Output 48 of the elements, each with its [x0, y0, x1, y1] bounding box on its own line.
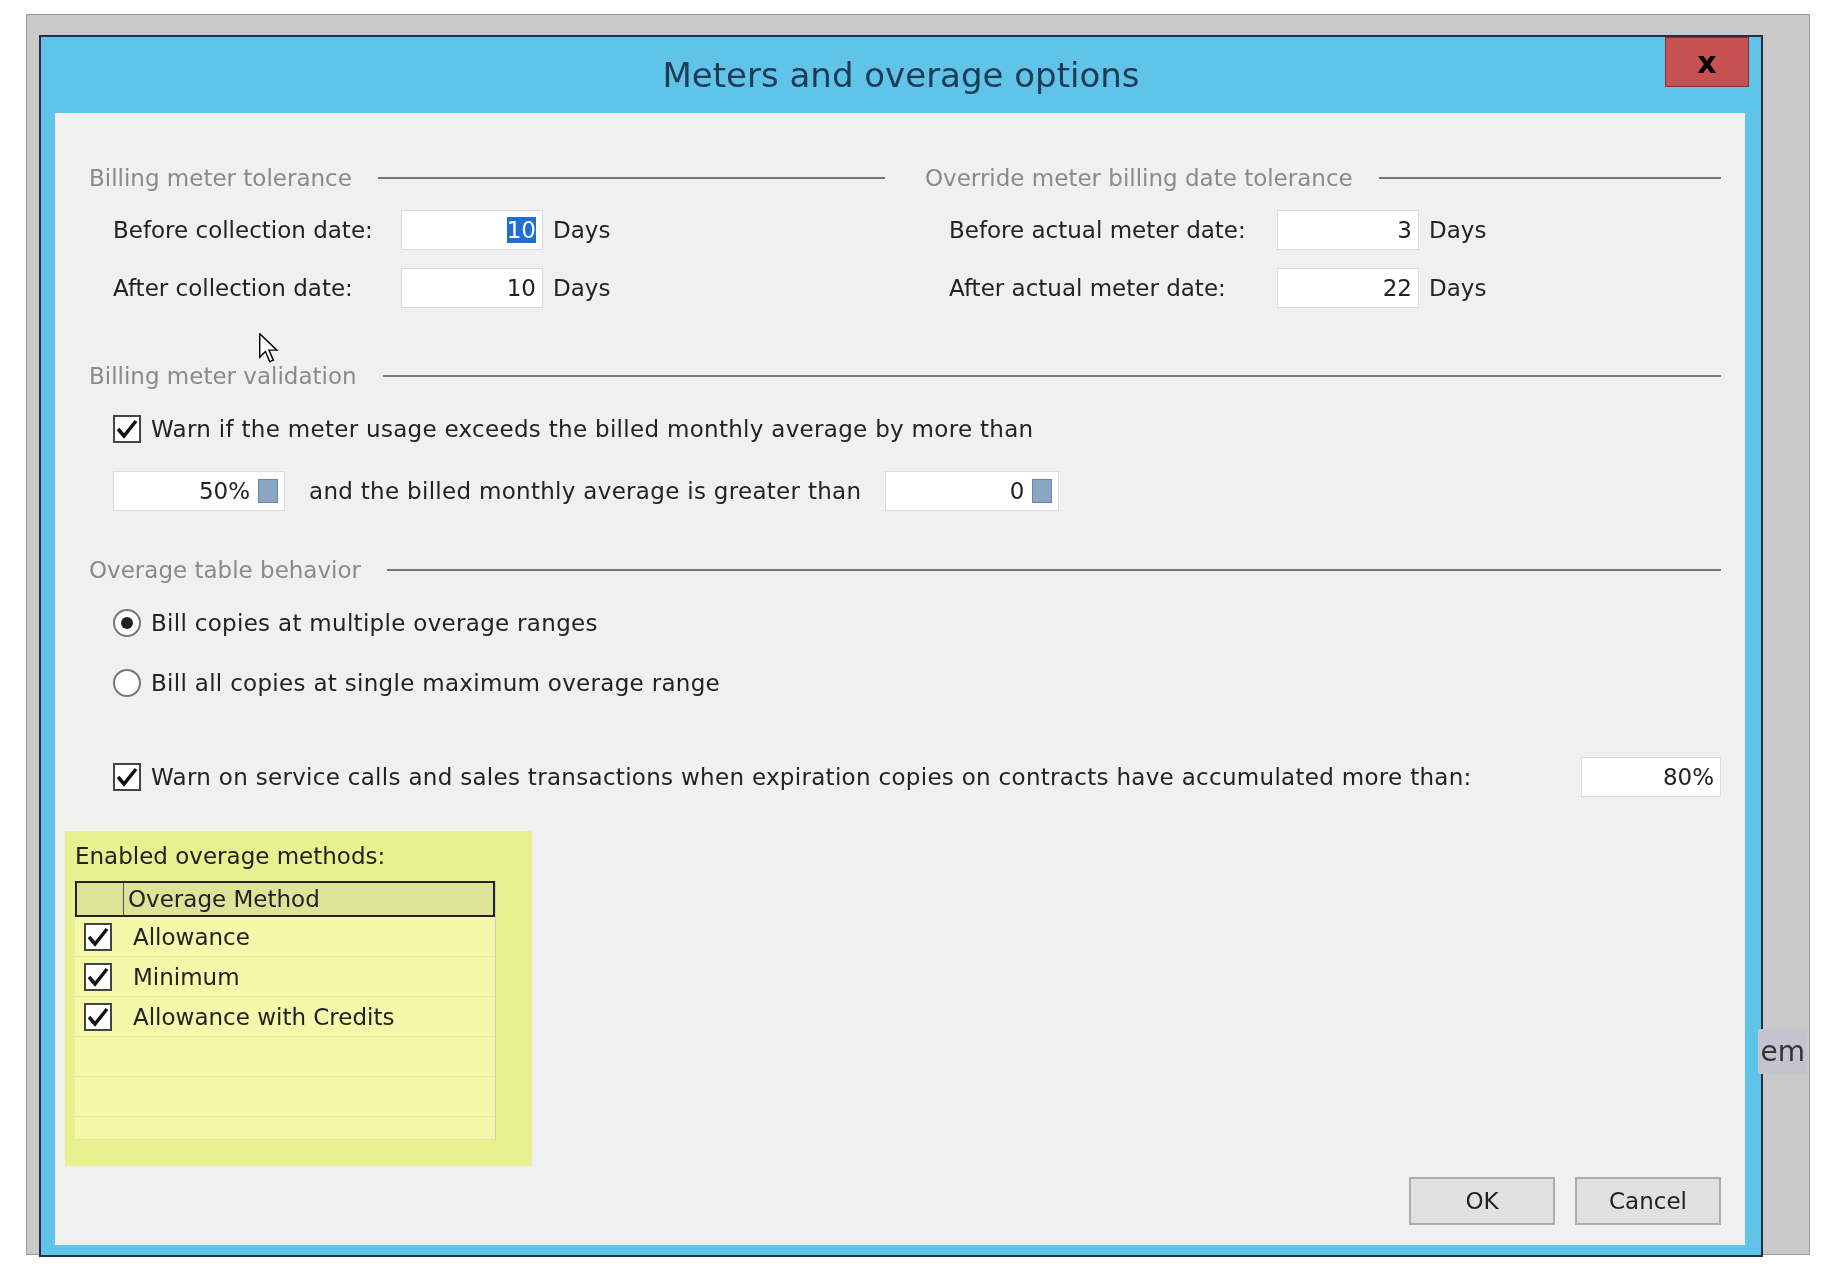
days-input[interactable]: 22: [1277, 268, 1419, 308]
table-cell-text: Allowance: [132, 923, 250, 950]
background-text: em: [1758, 1029, 1807, 1074]
spin-icon[interactable]: [1032, 479, 1053, 503]
checkbox[interactable]: [113, 415, 141, 443]
radio-label: Bill all copies at single maximum overage range: [151, 670, 721, 696]
days-input[interactable]: 10: [401, 268, 543, 308]
field-label: After collection date:: [113, 275, 354, 301]
radio-button[interactable]: [113, 609, 141, 637]
close-button[interactable]: x: [1665, 37, 1749, 87]
percent-input[interactable]: 80%: [1581, 757, 1721, 797]
checkmark-icon: [116, 419, 138, 439]
column-header: Overage Method: [127, 885, 320, 914]
radio-button[interactable]: [113, 669, 141, 697]
checkmark-icon: [87, 1006, 109, 1027]
row-checkbox[interactable]: [84, 922, 112, 951]
table-cell-text: Minimum: [132, 963, 240, 990]
group-title: Billing meter tolerance: [89, 165, 352, 191]
unit-label: Days: [553, 275, 611, 301]
group-title: Override meter billing date tolerance: [925, 165, 1353, 191]
checkmark-icon: [87, 966, 109, 987]
checkmark-icon: [87, 926, 109, 947]
group-title: Overage table behavior: [89, 557, 361, 583]
window-title: Meters and overage options: [662, 55, 1140, 95]
percent-spin-field[interactable]: 50%: [113, 471, 285, 511]
field-label: Before collection date:: [113, 217, 374, 243]
dialog-button[interactable]: OK: [1409, 1177, 1555, 1225]
unit-label: Days: [553, 217, 611, 243]
days-input[interactable]: 10: [401, 210, 543, 250]
checkbox-label: Warn on service calls and sales transactions when expiration copies on contracts have accumulated more than:: [151, 764, 1472, 790]
list-label: Enabled overage methods:: [75, 843, 387, 869]
field-label: After actual meter date:: [949, 275, 1227, 301]
dialog-button[interactable]: Cancel: [1575, 1177, 1721, 1225]
table-cell-text: Allowance with Credits: [132, 1003, 395, 1030]
checkmark-icon: [116, 767, 138, 787]
row-checkbox[interactable]: [84, 962, 112, 991]
days-input[interactable]: 3: [1277, 210, 1419, 250]
unit-label: Days: [1429, 275, 1487, 301]
checkbox[interactable]: [113, 763, 141, 791]
field-label: and the billed monthly average is greater than: [309, 478, 862, 504]
mouse-pointer-icon: [259, 333, 279, 363]
amount-spin-field[interactable]: 0: [885, 471, 1060, 511]
group-title: Billing meter validation: [89, 363, 357, 389]
row-checkbox[interactable]: [84, 1002, 112, 1031]
field-label: Before actual meter date:: [949, 217, 1247, 243]
unit-label: Days: [1429, 217, 1487, 243]
checkbox-label: Warn if the meter usage exceeds the billed monthly average by more than: [151, 416, 1034, 442]
radio-label: Bill copies at multiple overage ranges: [151, 610, 598, 636]
